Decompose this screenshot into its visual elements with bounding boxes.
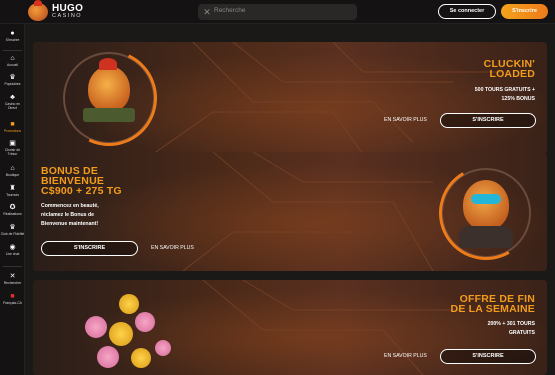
search-icon: ✕: [9, 273, 16, 280]
mascot-jacket: [459, 226, 513, 248]
sidebar-item-popular[interactable]: ♛ Populaires: [0, 72, 25, 94]
logo-subtitle: CASINO: [52, 13, 83, 19]
mascot-crest: [99, 58, 117, 70]
promo-title-line: C$900 + 275 TG: [41, 185, 122, 197]
promotions-list: CLUCKIN' LOADED 500 TOURS GRATUITS + 125…: [25, 24, 555, 375]
sidebar-item-label: Casino en Direct: [4, 102, 21, 110]
promo-banner-cluckin-loaded: CLUCKIN' LOADED 500 TOURS GRATUITS + 125…: [33, 42, 547, 154]
sidebar-item-label: Français-CA: [3, 301, 22, 305]
signup-cta-button[interactable]: S'INSCRIRE: [41, 241, 138, 256]
sidebar-item-label: Tournois: [6, 193, 19, 197]
promo-title-line: DE LA SEMAINE: [450, 303, 535, 315]
promo-description-line: GRATUITS: [508, 330, 535, 336]
home-icon: ⌂: [10, 55, 15, 62]
signup-button[interactable]: S'inscrire: [501, 4, 548, 19]
mascot-goggles: [471, 194, 501, 204]
sidebar-item-label: S'inscrire: [5, 38, 20, 42]
promo-description: 200% + 301 TOURS GRATUITS: [488, 320, 535, 338]
sidebar-item-label: Populaires: [4, 82, 21, 86]
promo-title: BONUS DE BIENVENUE C$900 + 275 TG: [41, 166, 122, 197]
sidebar-item-search[interactable]: ✕ Rechercher: [0, 271, 25, 293]
sidebar-item-loyalty-club[interactable]: ♛ Club de Fidélité: [0, 222, 25, 244]
search-input[interactable]: ✕ Recherche: [198, 4, 357, 20]
signup-cta-button[interactable]: S'INSCRIRE: [440, 113, 536, 128]
promo-description: 500 TOURS GRATUITS + 125% BONUS: [475, 86, 535, 104]
chicken-mascot-image: [88, 66, 130, 112]
live-casino-icon: ♣: [10, 94, 15, 101]
sidebar-item-label: Boutique: [5, 173, 20, 177]
sidebar-item-live-casino[interactable]: ♣ Casino en Direct: [0, 92, 25, 118]
promo-description: Commencez en beauté, réclamez le Bonus d…: [41, 202, 99, 229]
shop-icon: ⌂: [10, 165, 15, 172]
promo-description-line: Bienvenue maintenant!: [41, 221, 99, 227]
sidebar-item-label: Live chat: [5, 252, 20, 256]
mascot-weapon: [83, 108, 135, 122]
sidebar-divider: [3, 50, 22, 51]
sidebar: ● S'inscrire ⌂ Accueil ♛ Populaires ♣ Ca…: [0, 24, 25, 375]
promo-description-line: 500 TOURS GRATUITS +: [474, 87, 535, 93]
promo-title: OFFRE DE FIN DE LA SEMAINE: [450, 294, 535, 315]
gift-icon: ■: [10, 121, 15, 128]
login-button[interactable]: Se connecter: [438, 4, 496, 19]
sidebar-item-live-chat[interactable]: ◉ Live chat: [0, 242, 25, 264]
hugo-casino-logo[interactable]: HUGO CASINO: [28, 0, 90, 22]
chicken-mascot-icon: [28, 0, 48, 21]
crown-icon: ♛: [9, 224, 16, 231]
cyber-chicken-mascot-image: [463, 180, 509, 230]
promo-banner-welcome-bonus: BONUS DE BIENVENUE C$900 + 275 TG Commen…: [33, 152, 547, 271]
sidebar-item-label: Rechercher: [3, 281, 22, 285]
sidebar-item-label: Accueil: [7, 63, 18, 67]
trophy-icon: ♜: [9, 185, 16, 192]
sidebar-item-label: Club de Fidélité: [0, 232, 25, 236]
promo-description-line: Commencez en beauté,: [41, 203, 99, 209]
sidebar-item-language[interactable]: ■ Français-CA: [0, 291, 25, 313]
sidebar-item-achievements[interactable]: ✪ Réalisations: [0, 202, 25, 224]
sidebar-divider: [3, 266, 22, 267]
sidebar-item-label: Choisir de Trésor: [4, 148, 21, 156]
top-bar: HUGO CASINO ✕ Recherche Se connecter S'i…: [0, 0, 555, 24]
search-placeholder: Recherche: [214, 7, 246, 14]
crown-icon: ♛: [9, 74, 16, 81]
sidebar-item-treasure[interactable]: ▣ Choisir de Trésor: [0, 138, 25, 164]
coins-and-flowers-illustration: [73, 290, 173, 375]
sidebar-item-label: Réalisations: [3, 212, 22, 216]
promo-title-line: LOADED: [489, 68, 535, 80]
promo-description-line: 200% + 301 TOURS: [487, 321, 535, 327]
user-icon: ●: [10, 30, 15, 37]
learn-more-link[interactable]: EN SAVOIR PLUS: [151, 245, 194, 251]
medal-icon: ✪: [9, 204, 16, 211]
sidebar-item-label: Promotions: [3, 129, 22, 133]
learn-more-link[interactable]: EN SAVOIR PLUS: [384, 353, 427, 359]
sidebar-item-signup[interactable]: ● S'inscrire: [0, 28, 25, 50]
promo-description-line: 125% BONUS: [501, 96, 535, 102]
promo-description-line: réclamez le Bonus de: [41, 212, 95, 218]
canada-flag-icon: ■: [10, 293, 15, 300]
sidebar-item-shop[interactable]: ⌂ Boutique: [0, 163, 25, 185]
search-icon: ✕: [203, 7, 211, 17]
promo-banner-weekend-offer: OFFRE DE FIN DE LA SEMAINE 200% + 301 TO…: [33, 280, 547, 375]
treasure-icon: ▣: [9, 140, 16, 147]
learn-more-link[interactable]: EN SAVOIR PLUS: [384, 117, 427, 123]
promo-title: CLUCKIN' LOADED: [484, 59, 535, 80]
chat-icon: ◉: [9, 244, 16, 251]
signup-cta-button[interactable]: S'INSCRIRE: [440, 349, 536, 364]
